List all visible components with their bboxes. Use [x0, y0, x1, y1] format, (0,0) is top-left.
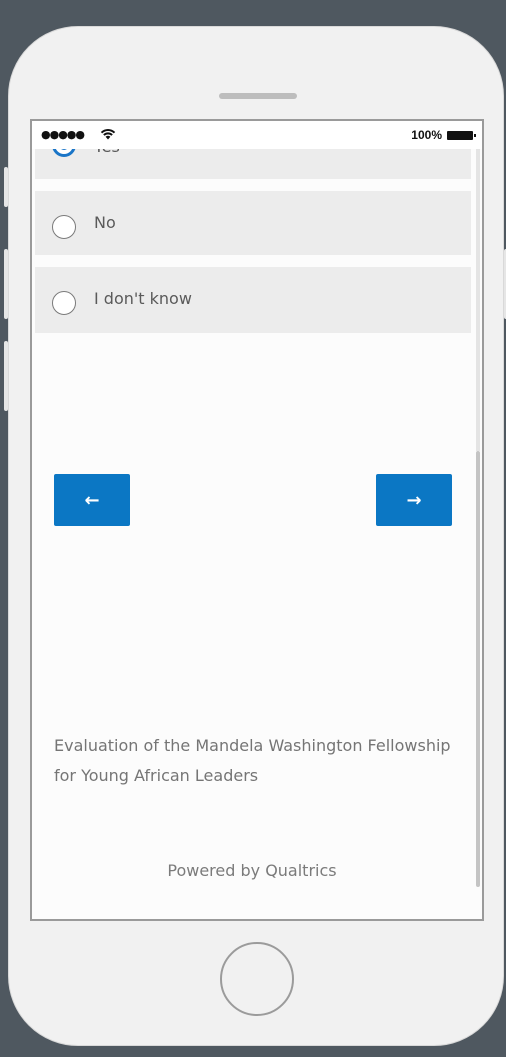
volume-down-button [4, 341, 8, 411]
radio-unselected-icon[interactable] [52, 291, 76, 315]
arrow-left-icon: ← [84, 489, 100, 511]
scrollbar-track [476, 149, 480, 451]
powered-by-link[interactable]: Powered by Qualtrics [32, 861, 472, 880]
survey-title: Evaluation of the Mandela Washington Fel… [54, 736, 451, 785]
option-no[interactable]: No [35, 191, 471, 255]
radio-unselected-icon[interactable] [52, 215, 76, 239]
next-button[interactable]: → [376, 474, 452, 526]
back-button[interactable]: ← [54, 474, 130, 526]
scrollbar-thumb[interactable] [476, 451, 480, 887]
option-label: No [94, 213, 116, 232]
signal-strength-icon: ●●●●● [41, 128, 85, 141]
wifi-icon [100, 129, 116, 140]
status-bar: ●●●●● 100% [32, 121, 482, 149]
home-button[interactable] [220, 942, 294, 1016]
volume-up-button [4, 249, 8, 319]
arrow-right-icon: → [406, 489, 422, 511]
option-label: I don't know [94, 289, 192, 308]
speaker-grille [219, 93, 297, 99]
phone-screen: Yes No I don't know ← → Evaluation of th… [30, 119, 484, 921]
battery-icon [447, 131, 476, 140]
option-dont-know[interactable]: I don't know [35, 267, 471, 333]
battery-percentage: 100% [411, 128, 442, 142]
mute-switch [4, 167, 8, 207]
survey-page: Yes No I don't know ← → Evaluation of th… [32, 121, 482, 919]
